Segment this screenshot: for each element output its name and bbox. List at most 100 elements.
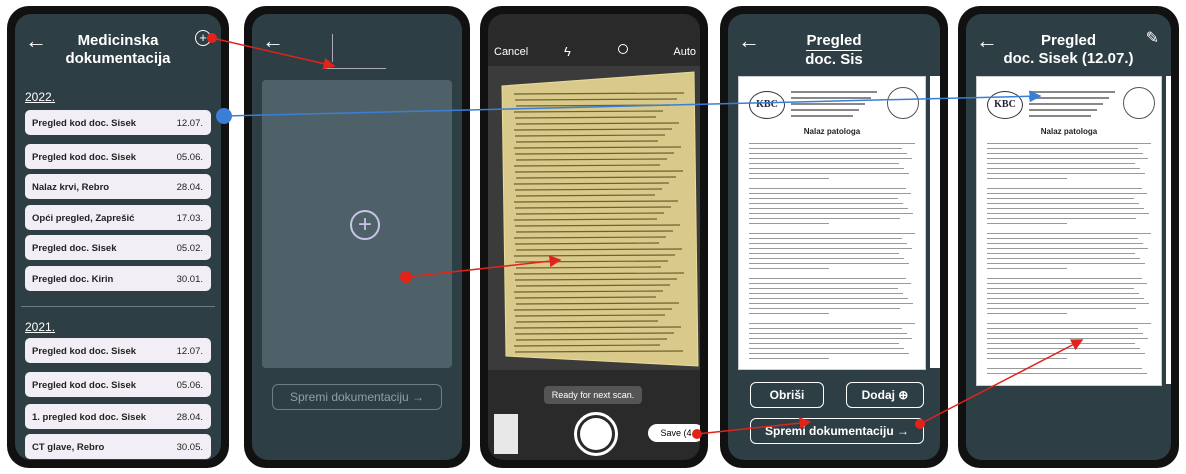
- lightning-icon[interactable]: ϟ: [564, 44, 571, 59]
- filter-icon[interactable]: [618, 44, 628, 54]
- body-text-line: [749, 293, 903, 295]
- body-text-line: [749, 148, 902, 150]
- body-text-line: [749, 268, 829, 270]
- body-text-line: [987, 308, 1136, 310]
- header-text-line: [791, 97, 871, 99]
- body-text-line: [987, 208, 1144, 210]
- body-text-line: [987, 248, 1148, 250]
- next-document-peek: [930, 76, 940, 368]
- body-text-line: [987, 293, 1139, 295]
- doc-view-screen: ← Pregled doc. Sisek (12.07.) ✎ KBC Nalaz…: [966, 14, 1171, 460]
- add-icon[interactable]: +: [195, 30, 211, 46]
- back-icon[interactable]: ←: [976, 28, 998, 54]
- body-text-line: [987, 368, 1142, 370]
- list-item[interactable]: Nalaz krvi, Rebro 28.04.: [25, 174, 211, 199]
- header-text-line: [1029, 91, 1115, 93]
- body-text-line: [749, 193, 911, 195]
- body-text-line: [749, 243, 907, 245]
- body-text-line: [749, 208, 908, 210]
- body-text-line: [987, 143, 1151, 145]
- hospital-logo: KBC: [987, 91, 1023, 119]
- list-item[interactable]: CT glave, Rebro 30.05.: [25, 434, 211, 459]
- back-icon[interactable]: ←: [738, 28, 760, 54]
- back-icon[interactable]: ←: [25, 28, 47, 54]
- add-button[interactable]: Dodaj ⊕: [846, 382, 924, 408]
- empty-doc-screen: ← + Spremi dokumentaciju →: [252, 14, 462, 460]
- body-text-line: [749, 278, 906, 280]
- list-item[interactable]: Pregled kod doc. Sisek 12.07.: [25, 110, 211, 135]
- add-icon[interactable]: +: [350, 210, 380, 240]
- year-heading: 2022.: [25, 90, 56, 104]
- toast: Ready for next scan.: [544, 386, 642, 404]
- list-item[interactable]: Pregled doc. Kirin 30.01.: [25, 266, 211, 291]
- list-item[interactable]: Pregled kod doc. Sisek 05.06.: [25, 144, 211, 169]
- body-text-line: [749, 173, 909, 175]
- document-heading: Nalaz patologa: [803, 127, 861, 136]
- header-text-line: [1029, 109, 1097, 111]
- body-text-line: [987, 298, 1144, 300]
- body-text-line: [987, 168, 1140, 170]
- divider: [21, 306, 215, 307]
- body-text-line: [987, 163, 1135, 165]
- save-button[interactable]: Save (4: [648, 424, 700, 442]
- delete-button[interactable]: Obriši: [750, 382, 824, 408]
- save-documentation-button[interactable]: Spremi dokumentaciju →: [750, 418, 924, 444]
- thumbnail[interactable]: [494, 414, 518, 454]
- body-text-line: [749, 233, 915, 235]
- body-text-line: [749, 358, 829, 360]
- document-preview: KBC Nalaz patologa: [738, 76, 926, 370]
- phone-empty-doc: ← + Spremi dokumentaciju →: [244, 6, 470, 468]
- header-text-line: [791, 115, 853, 117]
- body-text-line: [987, 238, 1138, 240]
- save-documentation-button[interactable]: Spremi dokumentaciju →: [272, 384, 442, 410]
- body-text-line: [749, 153, 907, 155]
- list-item[interactable]: 1. pregled kod doc. Sisek 28.04.: [25, 404, 211, 429]
- header-text-line: [1029, 97, 1109, 99]
- list-item[interactable]: Pregled kod doc. Sisek 05.06.: [25, 372, 211, 397]
- body-text-line: [987, 203, 1139, 205]
- body-text-line: [987, 348, 1140, 350]
- body-text-line: [749, 283, 911, 285]
- body-text-line: [987, 148, 1138, 150]
- body-text-line: [749, 333, 907, 335]
- shutter-button[interactable]: [574, 412, 618, 456]
- list-item[interactable]: Pregled kod doc. Sisek 12.07.: [25, 338, 211, 363]
- body-text-line: [987, 243, 1143, 245]
- camera-viewfinder: [488, 66, 700, 370]
- hospital-seal: [1123, 87, 1155, 119]
- header-text-line: [791, 91, 877, 93]
- back-icon[interactable]: ←: [262, 28, 284, 54]
- phone-doc-edit: ← Pregled doc. Sis KBC Nalaz patologa Obr…: [720, 6, 948, 468]
- body-text-line: [749, 348, 904, 350]
- list-screen: ← Medicinska dokumentacija + 2022. Pregl…: [15, 14, 221, 460]
- body-text-line: [749, 168, 904, 170]
- body-text-line: [749, 303, 913, 305]
- document-drop-area[interactable]: +: [262, 80, 452, 368]
- body-text-line: [749, 218, 900, 220]
- scanner-screen: Cancel ϟ Auto Ready for next scan. Save …: [488, 14, 700, 460]
- body-text-line: [749, 353, 909, 355]
- scanned-page: [501, 71, 699, 367]
- page-title: Pregled doc. Sisek (12.07.): [1003, 32, 1134, 67]
- body-text-line: [749, 223, 829, 225]
- list-item[interactable]: Opći pregled, Zaprešić 17.03.: [25, 205, 211, 230]
- auto-button[interactable]: Auto: [673, 46, 696, 58]
- list-item[interactable]: Pregled doc. Sisek 05.02.: [25, 235, 211, 260]
- hospital-seal: [887, 87, 919, 119]
- body-text-line: [987, 328, 1138, 330]
- header-text-line: [1029, 115, 1091, 117]
- body-text-line: [987, 253, 1135, 255]
- page-title: Pregled doc. Sis: [805, 32, 863, 68]
- doc-edit-screen: ← Pregled doc. Sis KBC Nalaz patologa Obr…: [728, 14, 940, 460]
- body-text-line: [749, 288, 898, 290]
- body-text-line: [749, 198, 898, 200]
- phone-scanner: Cancel ϟ Auto Ready for next scan. Save …: [480, 6, 708, 468]
- pencil-icon[interactable]: ✎: [1146, 28, 1159, 48]
- body-text-line: [987, 218, 1136, 220]
- body-text-line: [749, 323, 915, 325]
- body-text-line: [987, 233, 1151, 235]
- cancel-button[interactable]: Cancel: [494, 46, 528, 58]
- body-text-line: [987, 313, 1067, 315]
- body-text-line: [749, 258, 904, 260]
- body-text-line: [987, 373, 1147, 375]
